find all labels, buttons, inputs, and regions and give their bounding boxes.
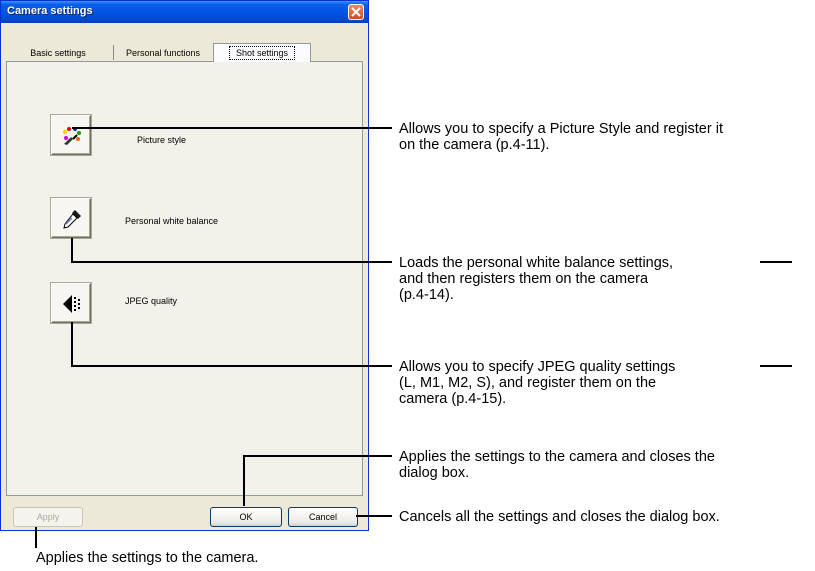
ok-leader [243, 455, 392, 506]
jpeg-quality-leader [71, 322, 392, 367]
white-balance-leader [71, 238, 392, 263]
callout-leader-lines [35, 127, 792, 548]
